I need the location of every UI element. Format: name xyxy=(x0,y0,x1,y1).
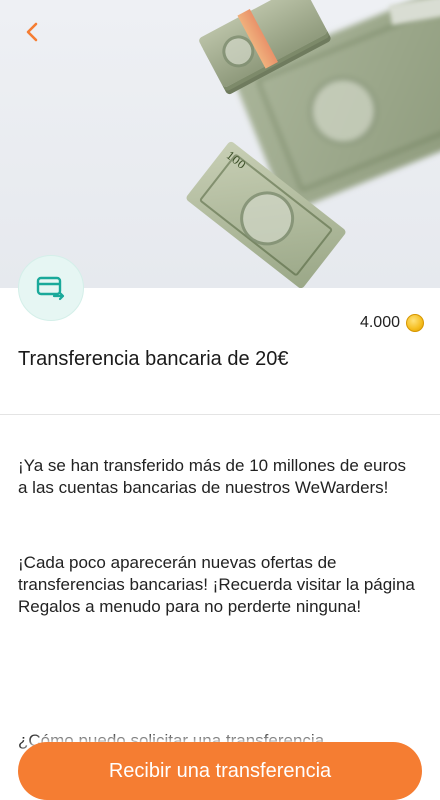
back-button[interactable] xyxy=(18,18,46,46)
request-transfer-button[interactable]: Recibir una transferencia xyxy=(18,742,422,800)
description-paragraph: ¡Cada poco aparecerán nuevas ofertas de … xyxy=(18,553,415,616)
offer-icon-badge xyxy=(18,255,84,321)
hero-image: 100 xyxy=(0,0,440,288)
divider xyxy=(0,414,440,415)
price-value: 4.000 xyxy=(359,314,400,331)
coin-icon xyxy=(406,314,424,332)
bank-transfer-icon xyxy=(36,276,65,301)
description-paragraph: ¡Ya se han transferido más de 10 millone… xyxy=(18,456,407,497)
offer-title: Transferencia bancaria de 20€ xyxy=(18,348,289,370)
chevron-left-icon xyxy=(26,22,38,42)
price-tag: 4.000 xyxy=(360,314,424,332)
